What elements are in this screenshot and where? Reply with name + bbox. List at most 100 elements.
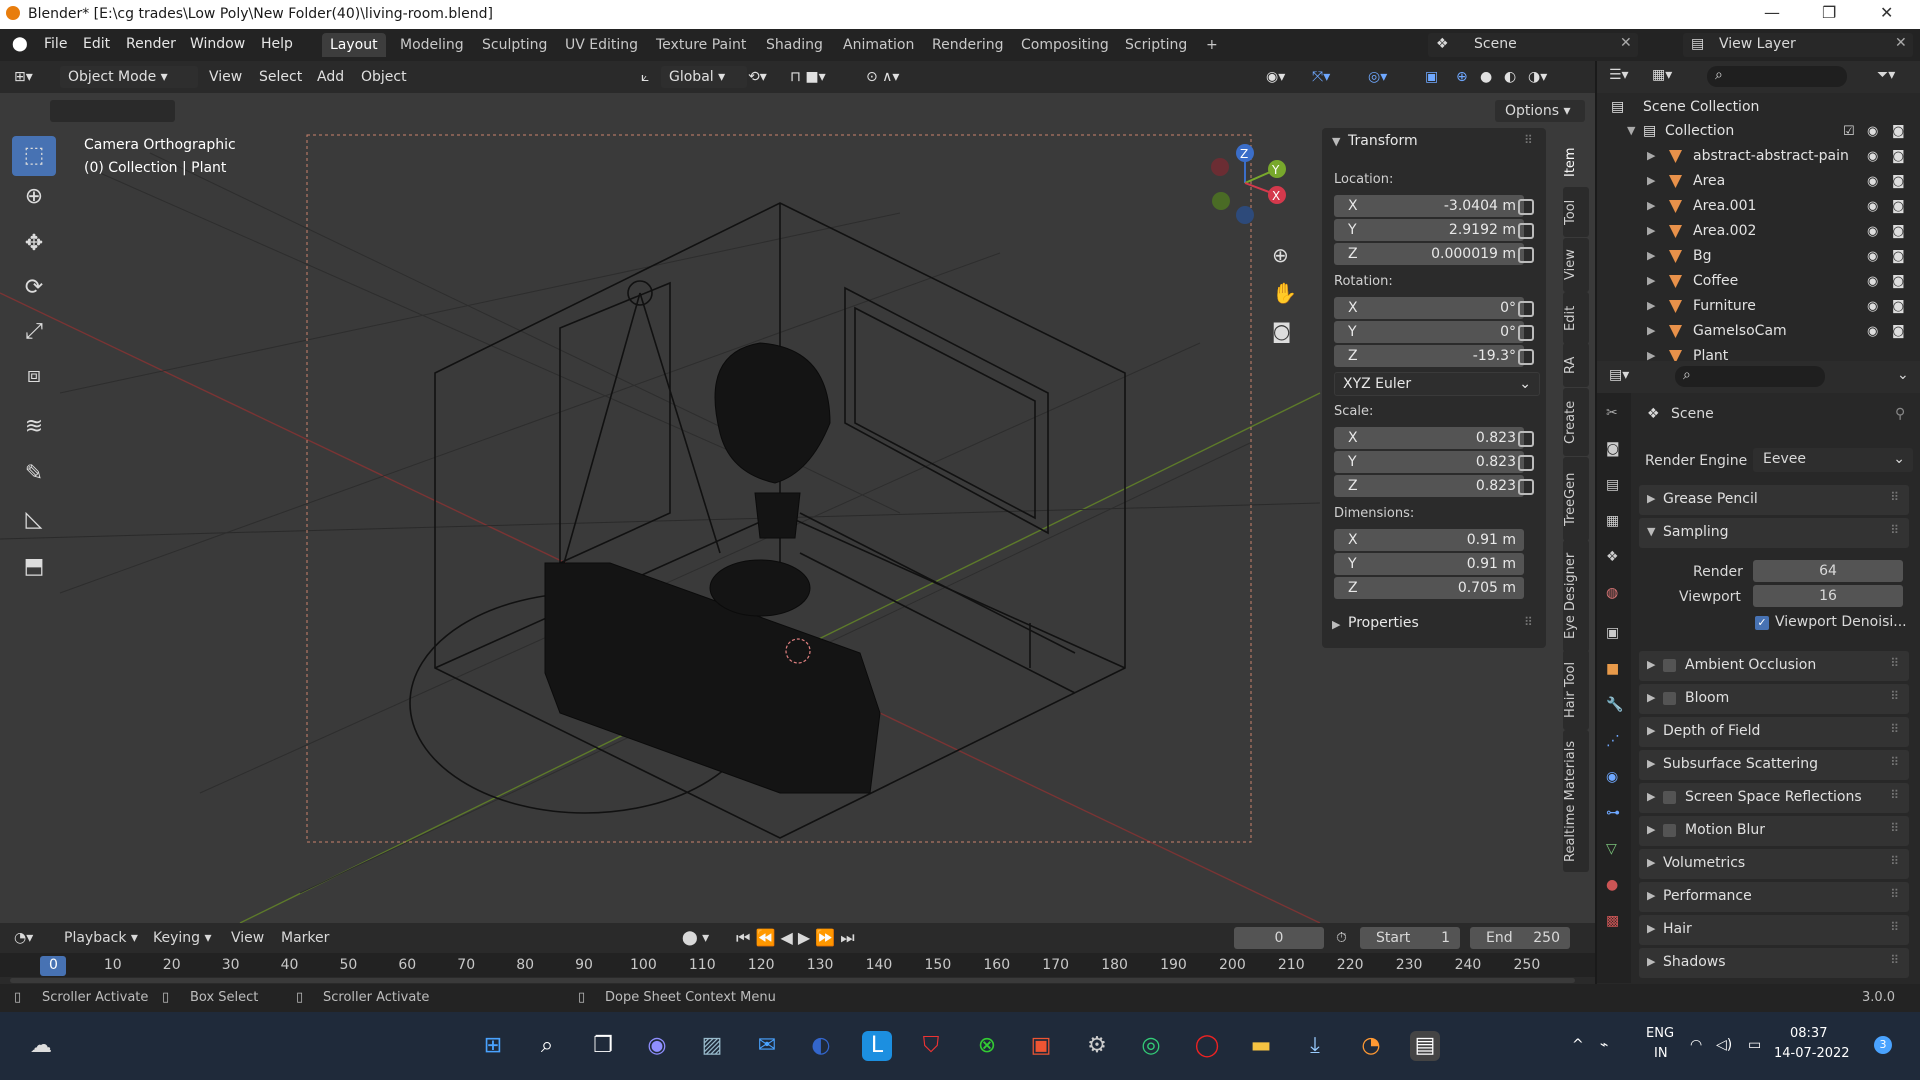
tray-chevron-icon[interactable]: ^ [1572,1037,1584,1053]
properties-editor-icon[interactable]: ▤▾ [1609,367,1629,383]
timeline-editor-icon[interactable]: ◔▾ [14,930,33,946]
cursor-tool-icon[interactable]: ⊕ [12,177,56,217]
dimensions-z-field[interactable]: Z 0.705 m [1334,577,1524,599]
mail-icon[interactable]: ✉ [752,1031,782,1061]
lock-icon[interactable] [1518,301,1534,317]
material-shading-icon[interactable]: ◐ [1504,66,1516,88]
annotate-tool-icon[interactable]: ≋ [12,407,56,447]
outliner-item[interactable]: ▶ Area.001 ◉ ◙ [1597,194,1920,219]
drag-handle-icon[interactable]: ⠿ [1524,615,1533,629]
viewport-denoise-checkbox[interactable]: ✓ [1755,616,1769,630]
orientation-dropdown[interactable]: Global ▾ [661,66,747,88]
tab-animation[interactable]: Animation [835,33,922,57]
view-layer-selector[interactable]: ▤ View Layer ✕ [1683,33,1913,57]
drag-handle-icon[interactable]: ⠿ [1524,133,1533,147]
file-explorer-icon[interactable]: ▬ [1246,1031,1276,1061]
active-app-icon[interactable]: ▤ [1410,1031,1440,1061]
rotation-z-field[interactable]: Z -19.3° [1334,345,1524,367]
rendered-shading-icon[interactable]: ◑▾ [1528,66,1547,88]
outliner-editor-icon[interactable]: ☰▾ [1609,67,1629,83]
select-mode-buttons[interactable] [50,100,175,122]
expand-icon[interactable]: ▶ [1647,349,1655,361]
opera-icon[interactable]: ◯ [1192,1031,1222,1061]
outliner-item[interactable]: ▶ Plant [1597,344,1920,361]
lock-icon[interactable] [1518,455,1534,471]
section-depth-of-field[interactable]: ▶ Depth of Field ⠿ [1639,717,1909,747]
checkbox-icon[interactable]: ☑ [1843,124,1855,139]
side-tab-realtime-materials[interactable]: Realtime Materials [1563,730,1589,872]
object-tab-icon[interactable]: ■ [1606,661,1619,677]
timeline-menu-view[interactable]: View [231,930,264,946]
close-icon[interactable]: ✕ [1880,3,1893,22]
section-subsurface-scattering[interactable]: ▶ Subsurface Scattering ⠿ [1639,750,1909,780]
outliner-item[interactable]: ▶ Area.002 ◉ ◙ [1597,219,1920,244]
outliner-scene-collection[interactable]: ▤ Scene Collection [1597,95,1920,120]
draw-tool-icon[interactable]: ✎ [12,454,56,494]
camera-icon[interactable]: ◙ [1892,124,1905,139]
scale-x-field[interactable]: X 0.823 [1334,427,1524,449]
section-shadows[interactable]: ▶ Shadows ⠿ [1639,948,1909,978]
section-grease-pencil[interactable]: ▶ Grease Pencil ⠿ [1639,485,1909,515]
move-tool-icon[interactable]: ✥ [12,224,56,264]
expand-icon[interactable]: ▶ [1647,199,1655,212]
camera-icon[interactable]: ◙ [1892,224,1905,239]
physics-tab-icon[interactable]: ◉ [1606,769,1618,785]
tab-scripting[interactable]: Scripting [1117,33,1195,57]
downloads-icon[interactable]: ⤓ [1300,1031,1330,1061]
tab-uv-editing[interactable]: UV Editing [557,33,646,57]
outliner-item[interactable]: ▶ Furniture ◉ ◙ [1597,294,1920,319]
stopwatch-icon[interactable]: ⏱ [1336,930,1347,946]
lock-icon[interactable] [1518,479,1534,495]
add-workspace-icon[interactable]: + [1198,33,1226,57]
constraints-tab-icon[interactable]: ⊶ [1606,805,1620,821]
teams-icon[interactable]: ◉ [642,1031,672,1061]
menu-file[interactable]: File [44,36,67,52]
expand-icon[interactable]: ▶ [1647,249,1655,262]
proportional-edit-icon[interactable]: ⊙ ∧▾ [866,66,899,88]
menu-edit[interactable]: Edit [83,36,110,52]
outliner-search-input[interactable]: ⌕ [1707,66,1847,87]
tab-shading[interactable]: Shading [758,33,831,57]
blender-menu-icon[interactable]: ⬤ [12,36,28,52]
clock-date[interactable]: 14-07-2022 [1774,1046,1850,1061]
section-ambient-occlusion[interactable]: ▶ Ambient Occlusion ⠿ [1639,651,1909,681]
expand-icon[interactable]: ▶ [1647,149,1655,162]
expand-icon[interactable]: ▶ [1647,174,1655,187]
chrome-icon[interactable]: ◎ [1136,1031,1166,1061]
eye-icon[interactable]: ◉ [1867,324,1878,339]
render-engine-dropdown[interactable]: Eevee ⌄ [1753,448,1913,472]
camera-icon[interactable]: ◙ [1892,174,1905,189]
volume-icon[interactable]: ◁) [1716,1037,1732,1053]
start-icon[interactable]: ⊞ [478,1031,508,1061]
minimize-icon[interactable]: — [1764,3,1780,22]
section-checkbox[interactable] [1663,791,1676,804]
output-tab-icon[interactable]: ▤ [1606,477,1619,493]
properties-expand-icon[interactable]: ▶ [1332,618,1340,631]
transform-tool-icon[interactable]: ⧈ [12,356,56,396]
task-view-icon[interactable]: ❐ [588,1031,618,1061]
overlay-toggle-icon[interactable]: ◎▾ [1368,66,1387,88]
navigation-gizmo[interactable]: Z Y X [1205,143,1295,233]
scene-selector[interactable]: ❖ Scene ✕ [1428,33,1638,57]
xray-toggle-icon[interactable]: ▣ [1425,66,1438,88]
select-box-tool-icon[interactable]: ⬚ [12,136,56,176]
lock-icon[interactable] [1518,431,1534,447]
end-frame-field[interactable]: End 250 [1470,927,1570,949]
rotation-x-field[interactable]: X 0° [1334,297,1524,319]
menu-window[interactable]: Window [190,36,245,52]
section-hair[interactable]: ▶ Hair ⠿ [1639,915,1909,945]
eye-icon[interactable]: ◉ [1867,299,1878,314]
scale-tool-icon[interactable]: ⤢ [12,312,56,352]
side-tab-view[interactable]: View [1563,238,1589,292]
section-checkbox[interactable] [1663,659,1676,672]
start-frame-field[interactable]: Start 1 [1360,927,1460,949]
properties-header[interactable]: Properties [1348,615,1419,631]
transform-expand-icon[interactable]: ▼ [1332,135,1340,148]
tab-compositing[interactable]: Compositing [1013,33,1117,57]
timeline-menu-keying[interactable]: Keying ▾ [153,930,212,946]
lock-icon[interactable] [1518,223,1534,239]
tab-texture-paint[interactable]: Texture Paint [648,33,754,57]
location-x-field[interactable]: X -3.0404 m [1334,195,1524,217]
timeline-menu-marker[interactable]: Marker [281,930,329,946]
network-tray-icon[interactable]: ⌁ [1600,1037,1608,1053]
